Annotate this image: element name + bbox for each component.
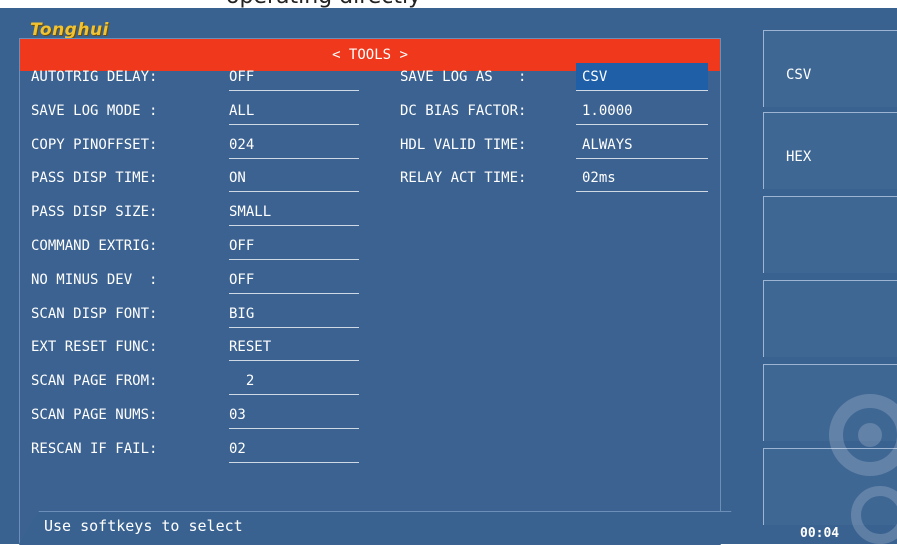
- value-underline: [576, 123, 708, 125]
- setting-row[interactable]: SAVE LOG MODE : ALL: [31, 97, 361, 125]
- setting-value[interactable]: 02: [229, 441, 246, 463]
- setting-label: SAVE LOG MODE :: [31, 102, 158, 119]
- setting-label: SCAN PAGE FROM:: [31, 373, 158, 390]
- setting-row[interactable]: RELAY ACT TIME: 02ms: [400, 164, 708, 193]
- setting-label: DC BIAS FACTOR:: [400, 102, 527, 119]
- setting-value[interactable]: OFF: [229, 238, 254, 260]
- setting-row[interactable]: SCAN DISP FONT: BIG: [31, 300, 361, 328]
- setting-label: HDL VALID TIME:: [400, 136, 527, 153]
- setting-row[interactable]: PASS DISP TIME: ON: [31, 164, 361, 193]
- value-underline: [576, 157, 708, 159]
- setting-row[interactable]: RESCAN IF FAIL: 02: [31, 435, 361, 463]
- setting-value[interactable]: ON: [229, 170, 246, 192]
- setting-label: RELAY ACT TIME:: [400, 170, 527, 187]
- softkey-label: CSV: [786, 67, 812, 83]
- setting-row[interactable]: COMMAND EXTRIG: OFF: [31, 232, 361, 260]
- softkey-4[interactable]: [763, 280, 897, 357]
- tools-panel: < TOOLS > AUTOTRIG DELAY: OFF SAVE LOG MOD…: [19, 38, 721, 545]
- setting-value[interactable]: ALL: [229, 103, 254, 125]
- setting-row[interactable]: PASS DISP SIZE: SMALL: [31, 198, 361, 227]
- setting-label: SCAN PAGE NUMS:: [31, 407, 158, 423]
- setting-value[interactable]: 024: [229, 137, 254, 159]
- setting-label: PASS DISP TIME:: [31, 170, 158, 187]
- setting-value[interactable]: OFF: [229, 69, 254, 91]
- setting-value[interactable]: 2: [229, 373, 254, 395]
- setting-value[interactable]: 1.0000: [582, 103, 633, 125]
- top-edge-fragment: operating directly: [0, 0, 897, 8]
- setting-row[interactable]: SAVE LOG AS : CSV: [400, 63, 708, 91]
- gear-watermark-icon: [829, 394, 897, 544]
- setting-row[interactable]: DC BIAS FACTOR: 1.0000: [400, 97, 708, 125]
- status-message: Use softkeys to select: [44, 517, 243, 535]
- setting-row[interactable]: NO MINUS DEV : OFF: [31, 266, 361, 294]
- setting-row[interactable]: EXT RESET FUNC: RESET: [31, 333, 361, 362]
- setting-label: COMMAND EXTRIG:: [31, 238, 158, 254]
- softkey-label: HEX: [786, 149, 812, 165]
- value-underline: [229, 428, 359, 429]
- setting-value[interactable]: 03: [229, 407, 246, 429]
- softkey-1[interactable]: CSV: [763, 30, 897, 107]
- setting-value[interactable]: OFF: [229, 272, 254, 294]
- setting-row[interactable]: AUTOTRIG DELAY: OFF: [31, 63, 361, 91]
- setting-row[interactable]: SCAN PAGE FROM: 2: [31, 367, 361, 396]
- value-underline: [229, 225, 359, 227]
- value-underline: [229, 259, 359, 260]
- value-underline: [229, 360, 359, 362]
- setting-value[interactable]: BIG: [229, 306, 254, 328]
- value-underline: [229, 191, 359, 193]
- setting-row[interactable]: SCAN PAGE NUMS: 03: [31, 401, 361, 429]
- value-underline: [229, 394, 359, 396]
- setting-label: RESCAN IF FAIL:: [31, 440, 158, 457]
- value-underline: [229, 157, 359, 159]
- brand-logo: Tonghui: [30, 20, 109, 40]
- setting-value[interactable]: SMALL: [229, 204, 271, 226]
- value-underline: [229, 90, 359, 91]
- top-edge-text: operating directly: [226, 0, 421, 8]
- setting-label: PASS DISP SIZE:: [31, 204, 158, 221]
- setting-value[interactable]: 02ms: [582, 170, 616, 192]
- setting-value-selected[interactable]: CSV: [576, 63, 708, 91]
- setting-label: SCAN DISP FONT:: [31, 305, 158, 322]
- setting-value[interactable]: ALWAYS: [582, 137, 633, 159]
- setting-label: EXT RESET FUNC:: [31, 339, 158, 356]
- setting-row[interactable]: HDL VALID TIME: ALWAYS: [400, 131, 708, 159]
- softkey-3[interactable]: [763, 196, 897, 273]
- setting-row[interactable]: COPY PINOFFSET: 024: [31, 131, 361, 159]
- setting-label: SAVE LOG AS :: [400, 69, 527, 85]
- setting-label: AUTOTRIG DELAY:: [31, 69, 158, 85]
- setting-label: NO MINUS DEV :: [31, 271, 158, 288]
- value-underline: [229, 292, 359, 294]
- value-underline: [229, 123, 359, 125]
- clock-readout: 00:04: [800, 526, 840, 541]
- value-underline: [229, 326, 359, 328]
- value-underline: [576, 191, 708, 193]
- setting-label: COPY PINOFFSET:: [31, 136, 158, 153]
- value-underline: [576, 90, 708, 91]
- softkey-2[interactable]: HEX: [763, 112, 897, 189]
- value-underline: [229, 461, 359, 463]
- setting-value[interactable]: RESET: [229, 339, 271, 361]
